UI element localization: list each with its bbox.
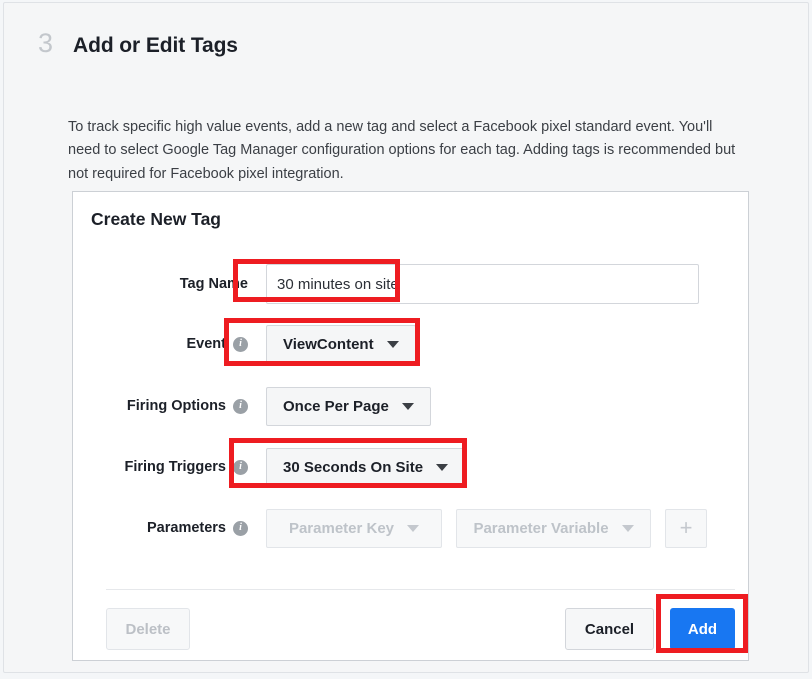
tag-name-field-area bbox=[266, 264, 699, 304]
cancel-button[interactable]: Cancel bbox=[565, 608, 654, 650]
tag-name-label-text: Tag Name bbox=[179, 276, 248, 292]
parameter-variable-select[interactable]: Parameter Variable bbox=[456, 508, 651, 548]
firing-options-field-area: Once Per Page bbox=[266, 386, 431, 426]
panel-title: Create New Tag bbox=[91, 209, 221, 229]
cancel-button-label: Cancel bbox=[584, 620, 635, 638]
firing-triggers-label: Firing Triggers i bbox=[73, 459, 248, 475]
form-row-tag-name: Tag Name bbox=[73, 264, 748, 304]
event-label-text: Event bbox=[186, 336, 227, 352]
info-icon[interactable]: i bbox=[233, 336, 248, 352]
parameters-field-area: Parameter Key Parameter Variable + bbox=[266, 508, 707, 548]
form-row-firing-options: Firing Options i Once Per Page bbox=[73, 386, 748, 426]
create-new-tag-panel: Create New Tag Tag Name Event i ViewCont… bbox=[72, 191, 749, 661]
firing-triggers-field-area: 30 Seconds On Site bbox=[266, 447, 466, 487]
parameters-label-text: Parameters bbox=[147, 520, 226, 536]
firing-triggers-label-text: Firing Triggers bbox=[124, 459, 226, 475]
form-row-event: Event i ViewContent bbox=[73, 324, 748, 364]
event-select-value: ViewContent bbox=[283, 335, 374, 353]
firing-triggers-select[interactable]: 30 Seconds On Site bbox=[266, 447, 466, 487]
parameter-key-placeholder: Parameter Key bbox=[288, 519, 395, 537]
info-icon[interactable]: i bbox=[233, 398, 248, 414]
parameter-variable-placeholder: Parameter Variable bbox=[473, 519, 609, 537]
chevron-down-icon bbox=[621, 524, 634, 532]
step-description: To track specific high value events, add… bbox=[68, 118, 736, 182]
page-title: Add or Edit Tags bbox=[73, 34, 238, 57]
event-select[interactable]: ViewContent bbox=[266, 324, 416, 364]
firing-options-label-text: Firing Options bbox=[126, 398, 226, 414]
delete-button[interactable]: Delete bbox=[106, 608, 190, 650]
plus-icon: + bbox=[679, 515, 693, 540]
chevron-down-icon bbox=[386, 340, 399, 348]
chevron-down-icon bbox=[401, 402, 414, 410]
parameter-key-select[interactable]: Parameter Key bbox=[266, 508, 442, 548]
firing-options-label: Firing Options i bbox=[73, 398, 248, 414]
chevron-down-icon bbox=[436, 463, 449, 471]
step-number: 3 bbox=[38, 28, 54, 58]
firing-options-select-value: Once Per Page bbox=[283, 397, 389, 415]
event-field-area: ViewContent bbox=[266, 324, 416, 364]
chevron-down-icon bbox=[407, 524, 420, 532]
step-header: 3 Add or Edit Tags bbox=[38, 30, 238, 58]
info-icon[interactable]: i bbox=[233, 459, 248, 475]
add-button-label: Add bbox=[687, 620, 718, 638]
tag-name-input[interactable] bbox=[266, 264, 699, 304]
panel-footer: Delete Cancel Add bbox=[73, 608, 748, 656]
firing-options-select[interactable]: Once Per Page bbox=[266, 386, 431, 426]
form-row-firing-triggers: Firing Triggers i 30 Seconds On Site bbox=[73, 447, 748, 487]
firing-triggers-select-value: 30 Seconds On Site bbox=[283, 458, 424, 476]
tag-name-label: Tag Name bbox=[73, 276, 248, 292]
footer-divider bbox=[106, 589, 735, 590]
delete-button-label: Delete bbox=[125, 620, 171, 638]
form-row-parameters: Parameters i Parameter Key Parameter Var… bbox=[73, 508, 748, 548]
add-button[interactable]: Add bbox=[670, 608, 735, 650]
step-container: 3 Add or Edit Tags To track specific hig… bbox=[3, 2, 809, 673]
info-icon[interactable]: i bbox=[233, 520, 248, 536]
event-label: Event i bbox=[73, 336, 248, 352]
add-parameter-button[interactable]: + bbox=[665, 508, 707, 548]
parameters-label: Parameters i bbox=[73, 520, 248, 536]
